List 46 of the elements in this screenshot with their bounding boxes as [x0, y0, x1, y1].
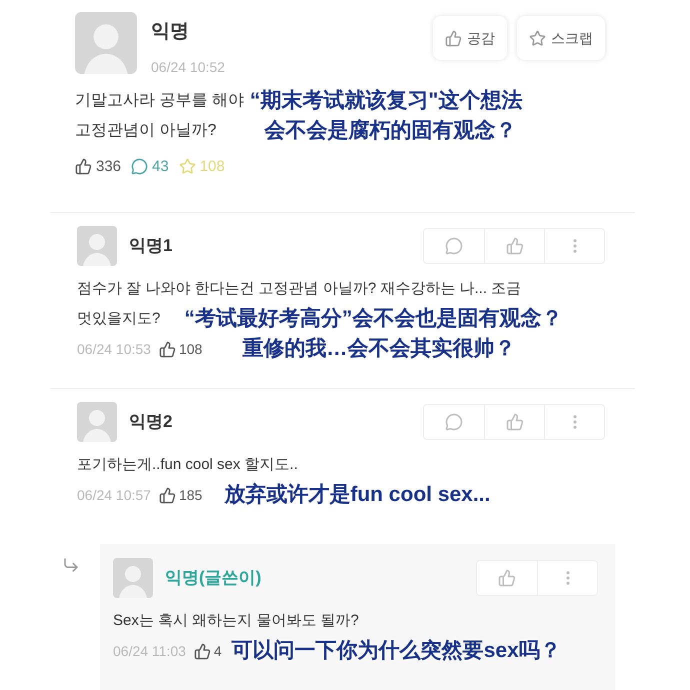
comment-icon[interactable]	[445, 237, 463, 255]
star-icon	[529, 30, 546, 46]
post-time: 06/24 10:52	[151, 58, 225, 76]
thumbs-up-icon	[158, 340, 176, 358]
caption-text: 可以问一下你为什么突然要sex吗？	[232, 638, 561, 664]
author-name: 익명	[151, 20, 190, 44]
thumbs-up-icon	[158, 486, 176, 504]
comment-time: 06/24 10:57	[77, 486, 151, 504]
body-text-line: 고정관념이 아닐까?	[75, 120, 216, 140]
like-button[interactable]: 공감	[433, 16, 507, 60]
comment-time: 06/24 10:53	[77, 340, 151, 358]
comment-icon	[131, 158, 148, 176]
thumbs-up-icon	[75, 158, 92, 176]
avatar-icon	[113, 558, 153, 598]
caption-text: 放弃或许才是fun cool sex...	[224, 482, 490, 508]
thumbs-up-icon	[445, 30, 462, 46]
body-text-line: 점수가 잘 나와야 한다는건 고정관념 아닐까? 재수강하는 나... 조금	[77, 278, 522, 299]
like-count: 108	[178, 340, 202, 358]
comment-count: 43	[152, 156, 169, 176]
scrap-button[interactable]: 스크랩	[517, 16, 605, 60]
reply-arrow-icon	[62, 556, 80, 574]
comment-time: 06/24 11:03	[113, 642, 186, 660]
avatar-icon	[77, 226, 117, 266]
caption-text: “考试最好考高分”会不会也是固有观念？	[184, 306, 562, 332]
author-name: 익명2	[129, 411, 172, 434]
scrap-count: 108	[200, 156, 225, 176]
comment-icon[interactable]	[445, 413, 463, 431]
like-count: 4	[214, 642, 222, 660]
author-name: 익명1	[129, 235, 172, 258]
caption-text: “期末考试就该复习"这个想法	[250, 88, 522, 114]
thumbs-up-icon[interactable]	[498, 569, 516, 587]
star-icon	[178, 158, 196, 176]
body-text-line: 포기하는게..fun cool sex 할지도..	[77, 454, 298, 475]
thumbs-up-icon	[194, 642, 211, 660]
caption-text: 重修的我…会不会其实很帅？	[242, 336, 516, 362]
body-text-line: 기말고사라 공부를 해야	[75, 90, 244, 110]
body-text-line: Sex는 혹시 왜하는지 물어봐도 될까?	[113, 610, 359, 631]
thumbs-up-icon[interactable]	[506, 237, 524, 255]
author-name: 익명(글쓴이)	[165, 567, 262, 590]
avatar-icon	[77, 402, 117, 442]
body-text-line: 멋있을지도?	[77, 308, 160, 329]
caption-text: 会不会是腐朽的固有观念？	[264, 118, 516, 144]
like-count: 336	[96, 156, 122, 176]
thumbs-up-icon[interactable]	[506, 413, 524, 431]
avatar-icon	[75, 12, 137, 74]
like-count: 185	[178, 486, 202, 504]
